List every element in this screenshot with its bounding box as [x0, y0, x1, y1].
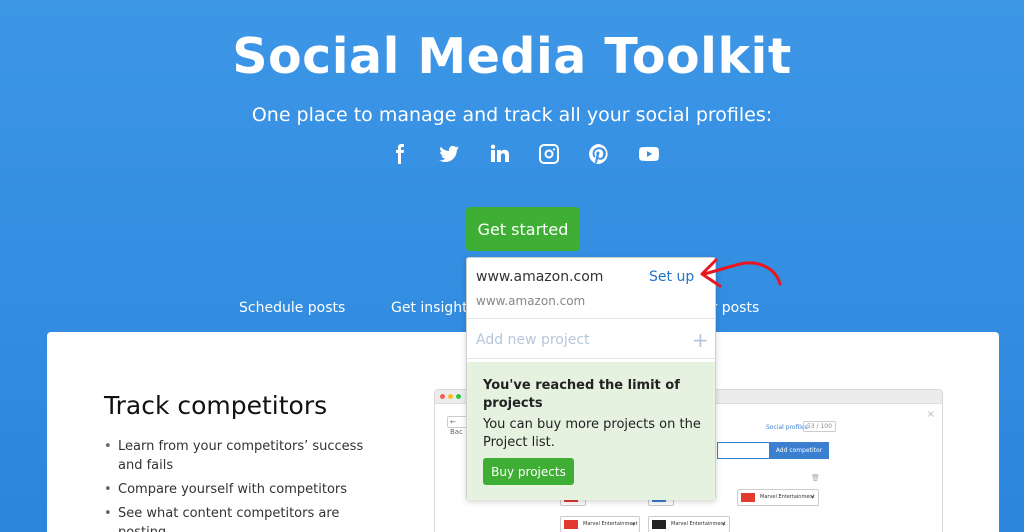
- add-competitor-button: Add competitor: [769, 442, 829, 459]
- social-icons-row: [386, 141, 662, 167]
- tab-schedule-posts[interactable]: Schedule posts: [239, 300, 345, 316]
- limit-message: You can buy more projects on the Project…: [483, 417, 701, 450]
- feature-title: Track competitors: [104, 391, 328, 420]
- setup-link[interactable]: Set up: [649, 269, 694, 285]
- brand-logo-icon: [741, 493, 755, 502]
- youtube-icon[interactable]: [636, 141, 662, 167]
- brand-logo-icon: [652, 520, 666, 529]
- competitor-chip: Marvel Entertainment ▾: [560, 516, 640, 532]
- window-dot-icon: [456, 394, 461, 399]
- get-started-button[interactable]: Get started: [466, 207, 580, 251]
- project-domain[interactable]: www.amazon.com: [476, 269, 603, 285]
- competitor-chip: Marvel Entertainment ▾: [737, 489, 819, 506]
- list-item: See what content competitors are posting: [104, 504, 374, 532]
- page-title: Social Media Toolkit: [232, 28, 792, 85]
- add-project-item[interactable]: Add new project: [476, 332, 590, 348]
- project-subdomain: www.amazon.com: [476, 294, 586, 308]
- social-profiles-label: Social profiles: [766, 424, 808, 431]
- twitter-icon[interactable]: [436, 141, 462, 167]
- list-item: Learn from your competitors’ success and…: [104, 437, 374, 475]
- divider: [467, 358, 715, 359]
- feature-bullets: Learn from your competitors’ success and…: [104, 437, 374, 532]
- page-subtitle: One place to manage and track all your s…: [251, 104, 773, 126]
- red-arrow-annotation-icon: [700, 258, 782, 288]
- divider: [467, 318, 715, 319]
- window-dot-icon: [448, 394, 453, 399]
- linkedin-icon[interactable]: [486, 141, 512, 167]
- project-dropdown: www.amazon.com Set up www.amazon.com Add…: [466, 257, 716, 500]
- window-dot-icon: [440, 394, 445, 399]
- trash-icon: 🗑: [811, 474, 820, 482]
- competitor-chip: Marvel Entertainment ▾: [648, 516, 730, 532]
- limit-title: You've reached the limit of projects: [483, 378, 680, 411]
- competitor-input: [717, 442, 769, 459]
- facebook-icon[interactable]: [386, 141, 412, 167]
- competitor-name: Marvel Entertainment: [583, 521, 638, 527]
- project-limit-notice: You've reached the limit of projects You…: [467, 362, 715, 500]
- plus-icon[interactable]: +: [692, 328, 709, 352]
- chevron-down-icon: ▾: [631, 521, 635, 528]
- close-icon: ×: [926, 409, 935, 420]
- buy-projects-button[interactable]: Buy projects: [483, 458, 574, 485]
- instagram-icon[interactable]: [536, 141, 562, 167]
- tab-get-insight[interactable]: Get insight: [391, 300, 468, 316]
- pinterest-icon[interactable]: [586, 141, 612, 167]
- social-profiles-count: 53 / 100: [803, 421, 836, 432]
- brand-logo-icon: [564, 520, 578, 529]
- competitor-name: Marvel Entertainment: [671, 521, 726, 527]
- chevron-down-icon: ▾: [810, 494, 814, 501]
- competitor-name: Marvel Entertainment: [760, 494, 815, 500]
- list-item: Compare yourself with competitors: [104, 480, 374, 499]
- chevron-down-icon: ▾: [721, 521, 725, 528]
